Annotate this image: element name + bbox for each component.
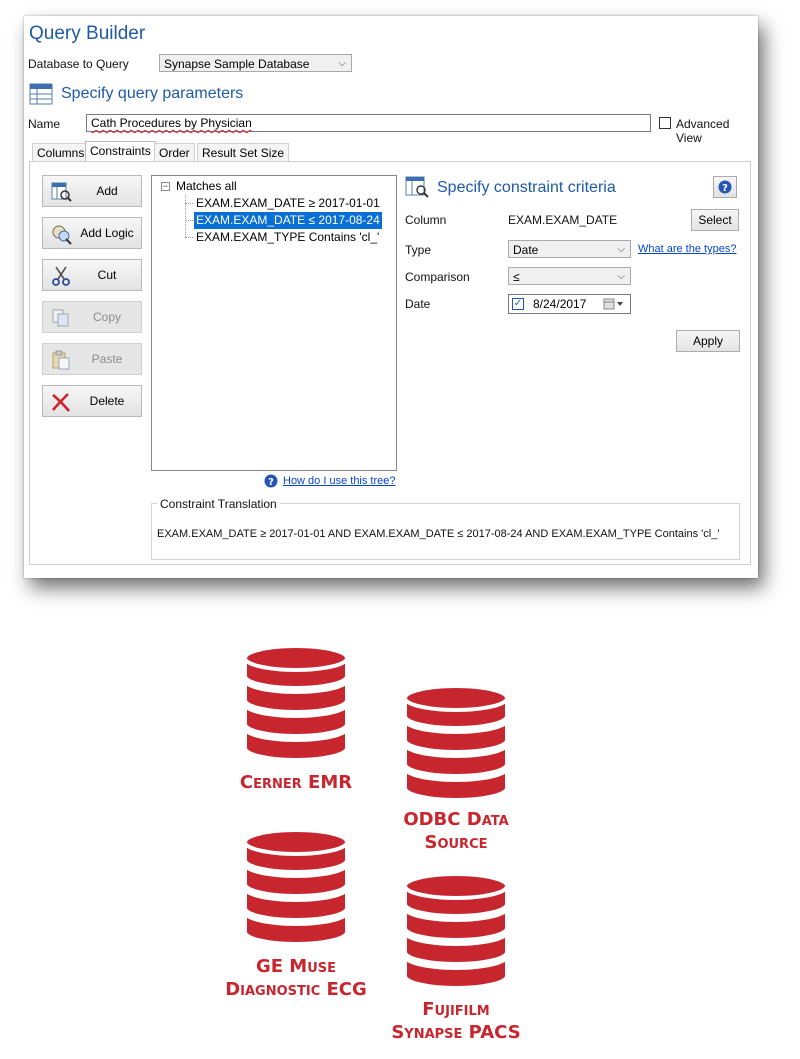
tab-order[interactable]: Order xyxy=(154,143,195,161)
chevron-down-icon: ⌵ xyxy=(617,244,625,255)
type-select[interactable]: Date ⌵ xyxy=(508,240,631,258)
data-source-line: Fujifilm xyxy=(422,999,490,1020)
comparison-select[interactable]: ≤ ⌵ xyxy=(508,267,631,285)
data-source-label: ODBC Data Source xyxy=(356,808,556,854)
add-logic-icon xyxy=(52,225,72,245)
help-icon: ? xyxy=(718,180,732,194)
comparison-value: ≤ xyxy=(513,270,520,284)
tree-node[interactable]: EXAM.EXAM_TYPE Contains 'cl_' xyxy=(196,229,379,246)
tab-result-set-size[interactable]: Result Set Size xyxy=(197,143,290,161)
collapse-icon[interactable]: − xyxy=(161,182,170,191)
database-icon xyxy=(243,828,349,946)
tree-root[interactable]: Matches all xyxy=(176,178,237,195)
tree-node[interactable]: EXAM.EXAM_DATE ≥ 2017-01-01 xyxy=(196,195,380,212)
copy-button-label: Copy xyxy=(92,310,121,324)
data-source-label: Cerner EMR xyxy=(196,771,396,794)
chevron-down-icon: ⌵ xyxy=(617,271,625,282)
scissors-icon xyxy=(52,266,70,286)
add-logic-button[interactable]: Add Logic xyxy=(42,217,142,249)
query-builder-window: Query Builder Database to Query Synapse … xyxy=(24,16,758,578)
tab-columns[interactable]: Columns xyxy=(32,143,90,161)
add-logic-button-label: Add Logic xyxy=(80,226,134,240)
delete-button-label: Delete xyxy=(89,394,125,408)
copy-icon xyxy=(52,309,69,327)
svg-text:?: ? xyxy=(722,183,728,194)
database-icon xyxy=(403,684,509,802)
apply-button[interactable]: Apply xyxy=(676,330,740,352)
criteria-title: Specify constraint criteria xyxy=(437,179,616,196)
column-label: Column xyxy=(405,213,447,227)
data-source-line: Synapse PACS xyxy=(391,1022,521,1043)
calendar-dropdown-icon[interactable] xyxy=(603,298,627,310)
tab-constraints[interactable]: Constraints xyxy=(85,141,156,162)
copy-button[interactable]: Copy xyxy=(42,301,142,333)
advanced-view-checkbox[interactable] xyxy=(659,117,671,129)
database-icon xyxy=(403,872,509,990)
data-source-line: Source xyxy=(424,832,488,853)
add-icon xyxy=(51,182,72,202)
advanced-view-label: Advanced View xyxy=(676,117,730,145)
types-help-link[interactable]: What are the types? xyxy=(638,243,736,255)
translation-text: EXAM.EXAM_DATE ≥ 2017-01-01 AND EXAM.EXA… xyxy=(157,528,720,540)
tree-node-selected[interactable]: EXAM.EXAM_DATE ≤ 2017-08-24 xyxy=(194,212,382,229)
window-title: Query Builder xyxy=(29,23,146,44)
data-source-line: GE Muse xyxy=(255,956,337,977)
tree-help-link[interactable]: How do I use this tree? xyxy=(283,475,396,487)
name-label: Name xyxy=(28,117,61,131)
constraint-tree[interactable]: − Matches all EXAM.EXAM_DATE ≥ 2017-01-0… xyxy=(151,175,397,471)
name-input[interactable]: Cath Procedures by Physician xyxy=(86,114,651,132)
paste-button[interactable]: Paste xyxy=(42,343,142,375)
add-button-label: Add xyxy=(96,184,118,198)
svg-text:?: ? xyxy=(268,477,274,488)
delete-button[interactable]: Delete xyxy=(42,385,142,417)
database-label: Database to Query xyxy=(28,57,129,71)
data-source-label: Fujifilm Synapse PACS xyxy=(356,998,556,1044)
data-source-label: GE Muse Diagnostic ECG xyxy=(186,955,406,1001)
select-column-button[interactable]: Select xyxy=(691,209,739,231)
date-enable-checkbox[interactable]: ✓ xyxy=(512,298,524,310)
database-icon xyxy=(243,644,349,762)
chevron-down-icon: ⌵ xyxy=(338,58,346,69)
database-select[interactable]: Synapse Sample Database ⌵ xyxy=(159,54,352,72)
data-source-line: Cerner EMR xyxy=(239,772,353,793)
name-value: Cath Procedures by Physician xyxy=(91,116,252,130)
column-value: EXAM.EXAM_DATE xyxy=(508,213,618,227)
paste-icon xyxy=(52,350,70,370)
cut-button-label: Cut xyxy=(97,268,117,282)
table-icon xyxy=(29,83,53,105)
cut-button[interactable]: Cut xyxy=(42,259,142,291)
translation-label: Constraint Translation xyxy=(157,497,280,511)
help-icon: ? xyxy=(264,474,278,488)
comparison-label: Comparison xyxy=(405,270,470,284)
date-label: Date xyxy=(405,297,431,311)
database-value: Synapse Sample Database xyxy=(164,57,310,71)
data-source-line: ODBC Data xyxy=(403,809,509,830)
type-value: Date xyxy=(513,243,539,257)
paste-button-label: Paste xyxy=(91,352,123,366)
date-picker[interactable]: ✓ 8/24/2017 xyxy=(508,294,631,314)
criteria-icon xyxy=(405,176,429,198)
criteria-help-button[interactable]: ? xyxy=(713,176,737,198)
add-button[interactable]: Add xyxy=(42,175,142,207)
type-label: Type xyxy=(405,243,432,257)
params-title: Specify query parameters xyxy=(61,85,244,102)
date-value: 8/24/2017 xyxy=(533,297,587,311)
delete-x-icon xyxy=(52,393,70,412)
